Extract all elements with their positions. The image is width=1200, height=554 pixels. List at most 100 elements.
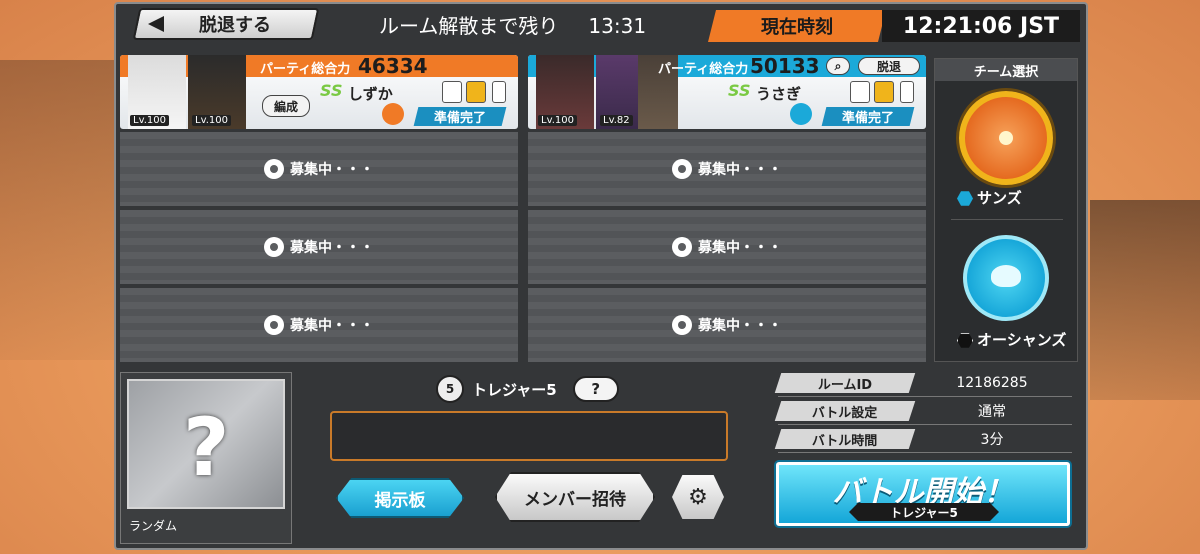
- info-divider: [778, 424, 1072, 425]
- refresh-icon: [264, 237, 284, 257]
- battle-setting-value: 通常: [978, 404, 1006, 420]
- status-icon-1: [442, 81, 462, 103]
- battle-setting-row: バトル設定 通常: [774, 400, 1072, 422]
- room-id-row: ルームID 12186285: [774, 372, 1072, 394]
- recruit-slot[interactable]: 募集中・・・: [528, 132, 926, 206]
- treasure-mode-icon: 5: [436, 375, 464, 403]
- random-stage-image: ?: [127, 379, 285, 509]
- ready-status: 準備完了: [821, 107, 915, 126]
- team-select-title: チーム選択: [935, 59, 1077, 81]
- sun-team-icon: [382, 103, 404, 125]
- dissolve-time: 13:31: [588, 14, 647, 38]
- sun-team-name: サンズ: [957, 187, 1022, 208]
- room-id-label-text: ルームID: [817, 377, 873, 393]
- battle-setting-label: バトル設定: [774, 401, 916, 421]
- mode-name: トレジャー5: [472, 380, 557, 399]
- recruit-slot-label: 募集中・・・: [698, 318, 782, 334]
- question-mark: ?: [183, 401, 230, 494]
- unselected-hex-icon: [957, 333, 973, 348]
- background-decoration-right: [1090, 200, 1200, 400]
- ready-status-text: 準備完了: [433, 111, 486, 126]
- ocean-team-name: オーシャンズ: [957, 329, 1066, 350]
- dissolve-label: ルーム解散まで残り: [379, 14, 559, 38]
- rank-ss-icon: SS: [320, 81, 343, 100]
- refresh-icon: [264, 315, 284, 335]
- back-arrow-icon: [148, 16, 164, 32]
- character-level-2: Lv.82: [600, 115, 633, 126]
- player-card-2[interactable]: Lv.100 Lv.82 パーティ総合力 50133 ⌕ 脱退 SS うさぎ 準…: [528, 55, 926, 129]
- character-level-2: Lv.100: [192, 115, 231, 126]
- background-decoration-left: [0, 60, 130, 360]
- top-bar: 脱退する ルーム解散まで残り 13:31 現在時刻 12:21:06 JST: [114, 2, 1088, 46]
- info-divider: [778, 452, 1072, 453]
- player-name: しずか: [348, 85, 393, 103]
- recruit-slot[interactable]: 募集中・・・: [120, 132, 518, 206]
- search-icon[interactable]: ⌕: [826, 57, 850, 75]
- recruit-slot[interactable]: 募集中・・・: [528, 288, 926, 362]
- battle-time-row: バトル時間 3分: [774, 428, 1072, 450]
- ready-status: 準備完了: [413, 107, 507, 126]
- invite-member-button[interactable]: メンバー招待: [495, 472, 655, 522]
- message-field[interactable]: [330, 411, 728, 461]
- battle-time-label-text: バトル時間: [812, 433, 878, 449]
- player-card-1[interactable]: Lv.100 Lv.100 パーティ総合力 46334 編成 SS しずか 準備…: [120, 55, 518, 129]
- ocean-team-button[interactable]: [963, 235, 1049, 321]
- ocean-team-label: オーシャンズ: [977, 331, 1067, 349]
- refresh-icon: [672, 315, 692, 335]
- help-button[interactable]: ?: [572, 376, 619, 402]
- character-level-1: Lv.100: [130, 115, 169, 126]
- kick-button[interactable]: 脱退: [858, 57, 920, 75]
- ready-status-text: 準備完了: [841, 111, 894, 126]
- team-select-panel: チーム選択 サンズ オーシャンズ: [934, 58, 1078, 362]
- battle-start-mode: トレジャー5: [849, 503, 999, 521]
- edit-party-button[interactable]: 編成: [262, 95, 310, 117]
- character-level-1: Lv.100: [538, 115, 577, 126]
- current-time-label: 現在時刻: [708, 10, 886, 42]
- stage-select[interactable]: ? ランダム: [120, 372, 292, 544]
- battle-time-value: 3分: [980, 432, 1004, 448]
- player-name: うさぎ: [756, 85, 802, 103]
- status-icon-1: [850, 81, 870, 103]
- leave-button[interactable]: 脱退する: [132, 8, 320, 40]
- status-icon-2: [466, 81, 486, 103]
- wave-icon: [991, 265, 1021, 287]
- party-power-value: 46334: [358, 55, 428, 78]
- sun-team-label: サンズ: [977, 189, 1022, 207]
- refresh-icon: [672, 159, 692, 179]
- battle-setting-label-text: バトル設定: [812, 405, 878, 421]
- rank-ss-icon: SS: [728, 81, 751, 100]
- room-dissolve-timer: ルーム解散まで残り 13:31: [379, 10, 646, 39]
- party-power-value: 50133: [750, 55, 820, 78]
- team-select-title-text: チーム選択: [973, 64, 1039, 80]
- recruit-slot-label: 募集中・・・: [290, 162, 374, 178]
- selected-hex-icon: [957, 191, 973, 206]
- recruit-slot[interactable]: 募集中・・・: [120, 210, 518, 284]
- team-divider: [951, 219, 1063, 220]
- device-icon: [900, 81, 914, 103]
- ocean-team-icon: [790, 103, 812, 125]
- battle-start-button[interactable]: バトル開始！ トレジャー5: [776, 462, 1070, 526]
- party-power-label: パーティ総合力: [658, 62, 749, 77]
- info-divider: [778, 396, 1072, 397]
- status-icon-2: [874, 81, 894, 103]
- recruit-slot-label: 募集中・・・: [698, 240, 782, 256]
- sun-team-button[interactable]: [959, 91, 1053, 185]
- recruit-slot-label: 募集中・・・: [290, 240, 374, 256]
- room-id-value: 12186285: [956, 375, 1028, 391]
- recruit-slot-label: 募集中・・・: [698, 162, 782, 178]
- gear-icon[interactable]: ⚙: [672, 475, 724, 519]
- recruit-slot[interactable]: 募集中・・・: [528, 210, 926, 284]
- refresh-icon: [264, 159, 284, 179]
- battle-mode: 5 トレジャー5 ?: [436, 375, 619, 403]
- refresh-icon: [672, 237, 692, 257]
- party-power-label: パーティ総合力: [260, 62, 351, 77]
- recruit-slot[interactable]: 募集中・・・: [120, 288, 518, 362]
- bulletin-board-button[interactable]: 掲示板: [336, 478, 464, 518]
- room-id-label: ルームID: [774, 373, 916, 393]
- battle-time-label: バトル時間: [774, 429, 916, 449]
- current-time-label-text: 現在時刻: [761, 17, 833, 38]
- sun-icon: [999, 131, 1013, 145]
- random-stage-label: ランダム: [129, 519, 178, 533]
- device-icon: [492, 81, 506, 103]
- current-time-value: 12:21:06 JST: [882, 10, 1080, 42]
